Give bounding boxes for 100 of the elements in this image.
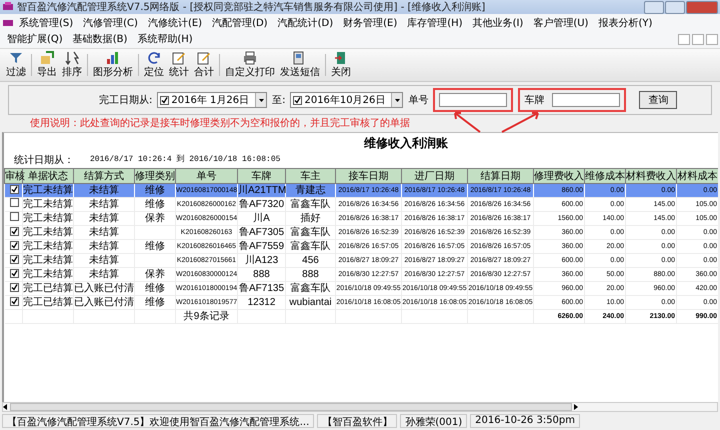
table-cell: 鲁AF7320 xyxy=(238,198,286,212)
dropdown-button[interactable] xyxy=(255,93,266,107)
table-cell: 完工已结算 xyxy=(22,296,74,310)
column-header[interactable]: 进厂日期 xyxy=(402,168,468,184)
maximize-button[interactable] xyxy=(665,0,685,14)
toolbar-button[interactable]: 发送短信 xyxy=(278,51,322,79)
column-header[interactable]: 审核 xyxy=(4,168,22,184)
date-from-label: 完工日期从: xyxy=(99,94,152,107)
table-cell: 保养 xyxy=(134,212,176,226)
column-header[interactable]: 维修成本 xyxy=(584,168,626,184)
column-header[interactable]: 单号 xyxy=(176,168,238,184)
toolbar-button[interactable]: 过滤 xyxy=(4,51,28,79)
chart-icon xyxy=(106,51,120,65)
table-cell: 完工未结算 xyxy=(22,184,74,198)
check-icon xyxy=(10,186,18,192)
column-header[interactable]: 材料费收入 xyxy=(626,168,676,184)
table-cell: 未结算 xyxy=(74,226,134,240)
notepad-icon xyxy=(197,51,211,65)
column-header[interactable]: 结算日期 xyxy=(468,168,534,184)
table-cell: 888 xyxy=(286,268,336,282)
order-number-field[interactable] xyxy=(439,93,508,107)
table-cell: 完工未结算 xyxy=(22,254,74,268)
checkbox[interactable] xyxy=(10,198,18,207)
query-button[interactable]: 查询 xyxy=(639,91,678,109)
scroll-thumb[interactable] xyxy=(10,403,572,411)
menu-item[interactable]: 其他业务(I) xyxy=(468,15,528,31)
table-cell: 插好 xyxy=(286,212,336,226)
toolbar-button[interactable]: 自定义打印 xyxy=(223,51,277,79)
column-header[interactable]: 车牌 xyxy=(238,168,286,184)
status-text: 孙雅荣(001) xyxy=(400,414,468,428)
menu-item[interactable]: 基础数据(B) xyxy=(68,31,132,47)
column-header[interactable]: 接车日期 xyxy=(336,168,402,184)
checkbox[interactable] xyxy=(10,268,18,278)
caret-icon xyxy=(394,98,400,102)
table-cell: 维修 xyxy=(134,296,176,310)
table-cell: 已入账已付清 xyxy=(74,282,134,296)
checkbox[interactable] xyxy=(10,296,18,306)
sort-icon xyxy=(65,51,79,65)
toolbar-button[interactable]: 统计 xyxy=(167,51,191,79)
menu-item[interactable]: 报表分析(Y) xyxy=(593,15,658,31)
menu-item[interactable]: 财务管理(E) xyxy=(338,15,402,31)
app-icon xyxy=(2,18,14,28)
table-cell: 鲁AF7559 xyxy=(238,240,286,254)
horizontal-scrollbar[interactable] xyxy=(2,402,718,412)
dropdown-button[interactable] xyxy=(391,93,402,107)
menu-item[interactable]: 库存管理(H) xyxy=(402,15,468,31)
checkbox[interactable] xyxy=(10,240,18,250)
menu-item[interactable]: 汽修统计(E) xyxy=(142,15,208,31)
table-cell: 未结算 xyxy=(74,212,134,226)
table-cell: 维修 xyxy=(134,198,176,212)
checkbox[interactable] xyxy=(10,282,18,292)
check-icon xyxy=(294,96,302,104)
close-button[interactable] xyxy=(686,0,718,14)
table-cell: wubiantai xyxy=(286,296,336,310)
minimize-button[interactable] xyxy=(644,0,664,14)
table-cell: 完工未结算 xyxy=(22,268,74,282)
export-icon xyxy=(40,51,54,65)
menu-item[interactable]: 汽配统计(D) xyxy=(272,15,338,31)
menu-item[interactable]: 系统管理(S) xyxy=(14,15,78,31)
column-header[interactable]: 车主 xyxy=(286,168,336,184)
app-icon xyxy=(2,2,14,12)
checkbox[interactable] xyxy=(160,96,170,104)
table-cell: 维修 xyxy=(134,282,176,296)
menu-item[interactable]: 汽修管理(C) xyxy=(78,15,143,31)
table-cell: 完工未结算 xyxy=(22,212,74,226)
table-cell: 已入账已付清 xyxy=(74,296,134,310)
toolbar-button[interactable]: 关闭 xyxy=(329,51,353,79)
period-label: 统计日期从： xyxy=(14,154,74,167)
menu-item[interactable]: 客户管理(U) xyxy=(528,15,594,31)
toolbar-button[interactable]: 定位 xyxy=(142,51,166,79)
date-picker[interactable]: 2016年10月26日 xyxy=(290,92,404,108)
date-picker[interactable]: 2016年 1月26日 xyxy=(157,92,268,108)
column-header[interactable]: 结算方式 xyxy=(74,168,134,184)
toolbar-button[interactable]: 合计 xyxy=(192,51,216,79)
record-count: 共9条记录 xyxy=(176,310,238,324)
checkbox[interactable] xyxy=(10,254,18,264)
report-title: 维修收入利润账 xyxy=(364,135,448,152)
checkbox[interactable] xyxy=(10,212,18,221)
printer-icon xyxy=(243,51,257,65)
checkbox[interactable] xyxy=(10,226,18,236)
period-text: 2016/8/17 10:26:4 到 2016/10/18 16:08:05 xyxy=(90,154,280,166)
table-cell: 未结算 xyxy=(74,268,134,282)
column-header[interactable]: 修理类别 xyxy=(134,168,176,184)
order-number-label: 单号 xyxy=(408,94,428,107)
toolbar-button[interactable]: 导出 xyxy=(35,51,59,79)
menu-item[interactable]: 智能扩展(Q) xyxy=(2,31,68,47)
toolbar-button[interactable]: 图形分析 xyxy=(91,51,135,79)
column-header[interactable]: 材料成本 xyxy=(676,168,718,184)
table-cell: 川A xyxy=(238,212,286,226)
checkbox[interactable] xyxy=(293,96,302,104)
status-text: 【百盈汽修汽配管理系统V7.5】欢迎使用智百盈汽修汽配管理系统... xyxy=(2,414,314,428)
toolbar-button[interactable]: 排序 xyxy=(60,51,84,79)
window-title: 智百盈汽修汽配管理系统V7.5网络版 - [授权同竞部驻之特汽车销售服务有限公司使用] - [维修收入利润账] xyxy=(17,0,486,14)
checkbox[interactable] xyxy=(10,184,18,194)
usage-note: 使用说明：此处查询的记录是接车时修理类别不为空和报价的，并且完工审核了的单据 xyxy=(30,116,410,130)
menu-item[interactable]: 汽配管理(D) xyxy=(207,15,273,31)
table-cell: 青建志 xyxy=(286,184,336,198)
menu-item[interactable]: 系统帮助(H) xyxy=(132,31,198,47)
column-header[interactable]: 修理费收入 xyxy=(534,168,584,184)
plate-field[interactable] xyxy=(552,93,620,107)
